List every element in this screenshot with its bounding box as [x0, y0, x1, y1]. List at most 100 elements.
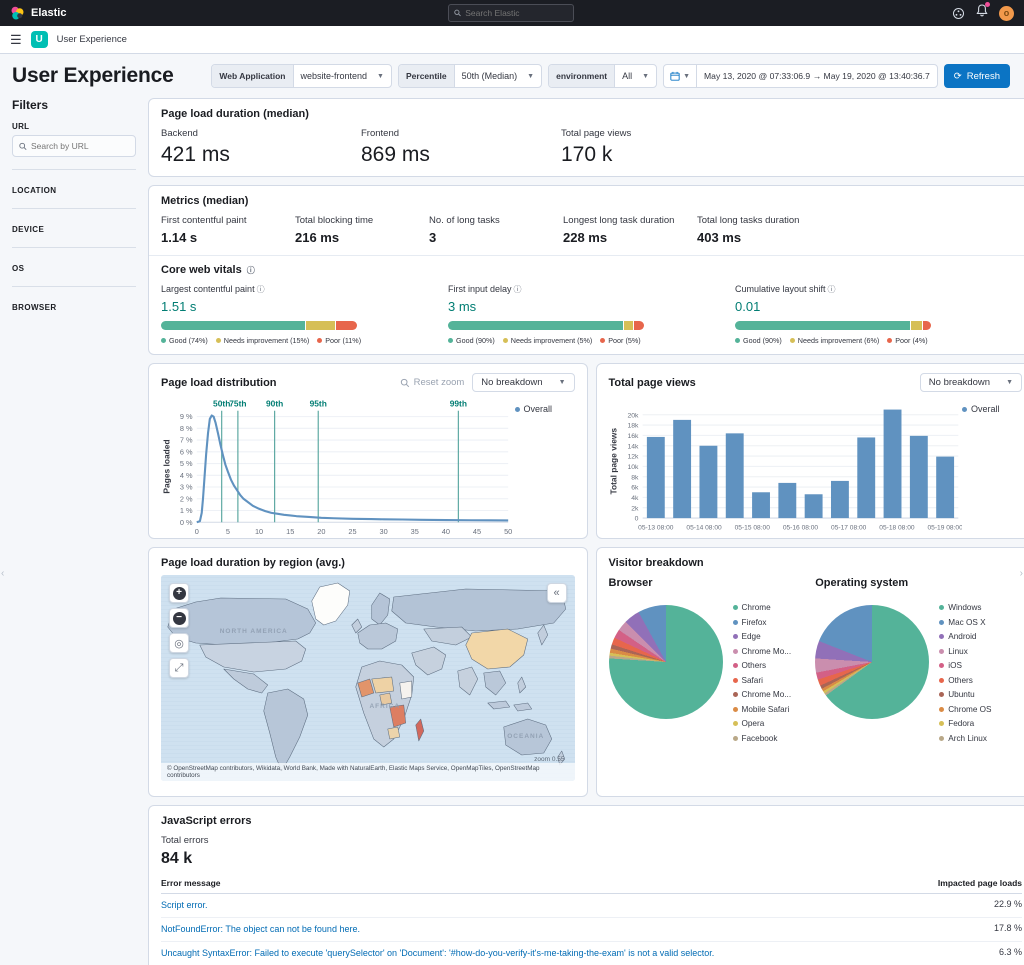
- service-select[interactable]: website-frontend ▼: [294, 65, 391, 87]
- search-icon: [454, 9, 461, 17]
- global-search[interactable]: [448, 4, 574, 22]
- bar-4[interactable]: [751, 492, 770, 519]
- legend-item-chrome-os[interactable]: Chrome OS: [939, 705, 991, 714]
- bar-11[interactable]: [935, 456, 954, 519]
- notifications-button[interactable]: [976, 2, 990, 22]
- error-message-link[interactable]: NotFoundError: The object can not be fou…: [161, 923, 360, 936]
- menu-hamburger-icon[interactable]: ☰: [10, 32, 22, 48]
- legend-dot: [732, 721, 738, 726]
- legend-item-facebook[interactable]: Facebook: [732, 734, 792, 743]
- bar-6[interactable]: [804, 494, 823, 519]
- date-range-text[interactable]: May 13, 2020 @ 07:33:06.9 → May 19, 2020…: [697, 71, 937, 81]
- info-icon[interactable]: ⓘ: [514, 285, 522, 294]
- info-icon[interactable]: ⓘ: [257, 285, 265, 294]
- sidebar-section-location[interactable]: LOCATION: [12, 169, 136, 208]
- elastic-brand[interactable]: Elastic: [10, 6, 66, 21]
- bar-8[interactable]: [856, 437, 875, 519]
- chevron-down-icon: ▼: [1006, 379, 1013, 386]
- map-fullscreen-button[interactable]: ⤢: [169, 658, 189, 678]
- legend-item-android[interactable]: Android: [939, 632, 991, 641]
- svg-text:30: 30: [380, 527, 388, 536]
- svg-text:5 %: 5 %: [180, 459, 193, 468]
- legend-item-chrome-mo-[interactable]: Chrome Mo...: [732, 647, 791, 656]
- scroll-right-chevron[interactable]: ›: [1020, 568, 1023, 579]
- page-views-breakdown-select[interactable]: No breakdown ▼: [919, 373, 1022, 392]
- os-pie-chart[interactable]: [815, 605, 930, 719]
- bar-0[interactable]: [646, 436, 665, 519]
- environment-select[interactable]: All ▼: [615, 65, 656, 87]
- breadcrumb[interactable]: User Experience: [57, 34, 127, 45]
- legend-dot: [962, 406, 967, 412]
- percentile-select[interactable]: 50th (Median) ▼: [455, 65, 541, 87]
- impacted-page-loads-value: 6.3 %: [998, 947, 1022, 958]
- bar-9[interactable]: [883, 409, 901, 519]
- bar-10[interactable]: [909, 435, 928, 519]
- legend-dot: [600, 338, 606, 343]
- browser-pie-chart[interactable]: [608, 605, 723, 719]
- scroll-left-chevron[interactable]: ‹: [1, 568, 4, 579]
- bar-5[interactable]: [777, 482, 796, 519]
- legend-item-arch-linux[interactable]: Arch Linux: [939, 734, 991, 743]
- calendar-menu-button[interactable]: ▼: [664, 65, 697, 87]
- legend-item-mobile-safari[interactable]: Mobile Safari: [732, 705, 792, 714]
- stat-item: Longest long task duration 228 ms: [563, 215, 697, 245]
- ux-app-badge[interactable]: U: [30, 31, 48, 48]
- svg-text:10k: 10k: [627, 464, 639, 471]
- page-views-chart[interactable]: 0 2k 4k 6k 8k 10k 12k 14k 16k 18k 20k 05-13 08:00 05…: [609, 396, 963, 554]
- legend-label: Chrome: [741, 603, 771, 612]
- legend-item-ios[interactable]: iOS: [939, 661, 991, 670]
- legend-dot: [939, 619, 945, 625]
- legend-item-others[interactable]: Others: [732, 661, 792, 670]
- refresh-button[interactable]: ⟳ Refresh: [943, 64, 1010, 88]
- legend-item-fedora[interactable]: Fedora: [939, 719, 991, 728]
- reset-zoom-button[interactable]: Reset zoom: [400, 377, 464, 388]
- legend-item-opera[interactable]: Opera: [732, 719, 792, 728]
- legend-item-mac-os-x[interactable]: Mac OS X: [939, 618, 991, 627]
- url-search-input[interactable]: [31, 141, 129, 151]
- svg-text:05-19 08:00: 05-19 08:00: [927, 525, 962, 532]
- bar-3[interactable]: [725, 433, 744, 519]
- legend-item-chrome-mo-[interactable]: Chrome Mo...: [732, 690, 791, 699]
- error-message-link[interactable]: Script error.: [161, 899, 208, 912]
- world-map[interactable]: NORTH AMERICA AFRICA OCEANIA + − ◎ ⤢ « zoo…: [161, 575, 575, 781]
- error-message-link[interactable]: Uncaught SyntaxError: Failed to execute …: [161, 947, 714, 960]
- legend-item-edge[interactable]: Edge: [732, 632, 792, 641]
- panel-title: Page load distribution: [161, 376, 277, 389]
- legend-item-linux[interactable]: Linux: [939, 647, 991, 656]
- info-icon[interactable]: ⓘ: [828, 285, 836, 294]
- percentile-filter-label: Percentile: [398, 65, 455, 87]
- url-search-box[interactable]: [12, 135, 136, 157]
- bar-1[interactable]: [672, 419, 691, 519]
- svg-text:05-18 08:00: 05-18 08:00: [879, 525, 915, 532]
- user-avatar[interactable]: o: [999, 5, 1014, 21]
- legend-item-windows[interactable]: Windows: [939, 603, 991, 612]
- map-legend-toggle-button[interactable]: «: [546, 583, 567, 603]
- svg-text:50: 50: [504, 527, 512, 536]
- map-zoom-out-button[interactable]: −: [169, 608, 189, 628]
- svg-text:75th: 75th: [229, 399, 246, 409]
- errors-table-body: Script error. 22.9 % NotFoundError: The ob…: [161, 894, 1022, 965]
- bar-7[interactable]: [830, 480, 849, 519]
- legend-item-overall[interactable]: Overall: [514, 404, 575, 414]
- distribution-chart[interactable]: 0 % 1 % 2 % 3 % 4 % 5 % 6 % 7 % 8 % 9 % 0 5 10 15 20 25…: [161, 396, 515, 562]
- legend-item-overall[interactable]: Overall: [962, 404, 1022, 414]
- legend-item-chrome[interactable]: Chrome: [732, 603, 792, 612]
- vital-legend-item: Needs improvement (6%): [789, 336, 879, 345]
- os-legend: Windows Mac OS X Android Linux iOS Others Ubun…: [939, 599, 991, 748]
- sidebar-section-browser[interactable]: BROWSER: [12, 286, 136, 325]
- distribution-breakdown-select[interactable]: No breakdown ▼: [472, 373, 575, 392]
- legend-item-safari[interactable]: Safari: [732, 676, 792, 685]
- global-search-input[interactable]: [465, 8, 568, 18]
- legend-item-ubuntu[interactable]: Ubuntu: [939, 690, 991, 699]
- map-locate-button[interactable]: ◎: [169, 633, 189, 653]
- legend-item-firefox[interactable]: Firefox: [732, 618, 792, 627]
- sidebar-section-device[interactable]: DEVICE: [12, 208, 136, 247]
- service-select-value: website-frontend: [300, 71, 368, 81]
- svg-text:05-13 08:00: 05-13 08:00: [638, 525, 674, 532]
- cloud-deployment-icon[interactable]: [952, 7, 965, 20]
- sidebar-section-os[interactable]: OS: [12, 247, 136, 286]
- bar-2[interactable]: [698, 445, 717, 519]
- info-icon[interactable]: ⓘ: [247, 266, 255, 275]
- map-zoom-in-button[interactable]: +: [169, 583, 189, 603]
- legend-item-others[interactable]: Others: [939, 676, 991, 685]
